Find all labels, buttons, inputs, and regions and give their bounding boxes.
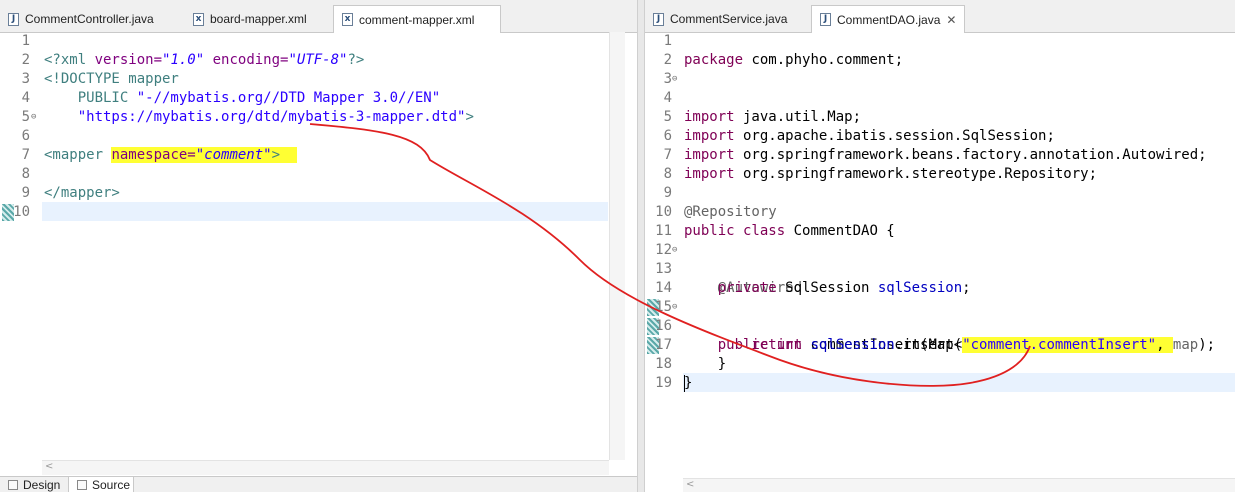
java-file-icon: J [653, 12, 664, 26]
line-number: 3 [21, 71, 30, 87]
text-cursor [684, 375, 685, 392]
tab-comment-service[interactable]: J CommentService.java [645, 6, 805, 32]
line-number: 7 [663, 147, 672, 163]
line-number: 8 [21, 166, 30, 182]
line-number: 7 [21, 147, 30, 163]
tab-label: Source [92, 477, 131, 492]
tab-source[interactable]: Source [68, 477, 134, 492]
line-number: 6 [663, 128, 672, 144]
line-number: 14 [655, 280, 672, 296]
java-file-icon: J [8, 12, 19, 26]
source-view-icon [77, 479, 87, 490]
line-number: 5 [21, 109, 30, 125]
line-number: 3 [663, 71, 672, 87]
line-number: 19 [655, 375, 672, 391]
tab-board-mapper[interactable]: x board-mapper.xml [185, 6, 325, 32]
java-source-editor[interactable]: 1 package com.phyho.comment; 2 3 ⊖ impor… [645, 32, 1235, 393]
line-number: 5 [663, 109, 672, 125]
fold-collapse-icon[interactable]: ⊖ [31, 108, 36, 127]
line-number: 10 [655, 204, 672, 220]
design-view-icon [8, 480, 18, 490]
java-file-icon: J [820, 13, 831, 26]
right-editor-pane: J CommentService.java J CommentDAO.java … [645, 0, 1235, 492]
line-number: 18 [655, 356, 672, 372]
fold-collapse-icon[interactable]: ⊖ [672, 298, 677, 317]
fold-collapse-icon[interactable]: ⊖ [672, 241, 677, 260]
tab-comment-dao[interactable]: J CommentDAO.java ✕ [811, 5, 965, 33]
tab-comment-mapper[interactable]: x comment-mapper.xml [333, 5, 501, 33]
line-number: 16 [655, 318, 672, 334]
right-horizontal-scrollbar[interactable]: < [683, 478, 1235, 492]
line-number: 4 [21, 90, 30, 106]
tab-design[interactable]: Design [0, 477, 68, 492]
scroll-left-arrow-icon[interactable]: < [45, 461, 53, 472]
tab-comment-controller[interactable]: J CommentController.java [0, 6, 170, 32]
line-number: 9 [663, 185, 672, 201]
tab-label: Design [23, 478, 61, 492]
xml-file-icon: x [342, 13, 353, 26]
left-tab-bar: J CommentController.java x board-mapper.… [0, 0, 637, 33]
line-number: 1 [21, 33, 30, 49]
line-number: 15 [655, 299, 672, 315]
tab-label: CommentService.java [670, 12, 788, 26]
tab-label: comment-mapper.xml [359, 12, 475, 27]
pane-splitter[interactable] [637, 0, 645, 492]
line-number: 11 [655, 223, 672, 239]
editor-mode-tabs: Design Source [0, 476, 637, 492]
line-number: 9 [21, 185, 30, 201]
xml-file-icon: x [193, 12, 204, 26]
line-number: 1 [663, 33, 672, 49]
left-editor-pane: J CommentController.java x board-mapper.… [0, 0, 637, 492]
left-vertical-scrollbar[interactable] [609, 32, 625, 460]
line-number: 10 [13, 204, 30, 220]
tab-label: board-mapper.xml [210, 12, 307, 26]
line-number: 2 [663, 52, 672, 68]
line-number: 4 [663, 90, 672, 106]
right-tab-bar: J CommentService.java J CommentDAO.java … [645, 0, 1235, 33]
fold-collapse-icon[interactable]: ⊖ [672, 70, 677, 89]
xml-source-editor[interactable]: 1 <?xml version="1.0" encoding="UTF-8"?>… [0, 32, 637, 222]
tab-label: CommentController.java [25, 12, 154, 26]
left-horizontal-scrollbar[interactable]: < [42, 460, 609, 475]
line-number: 17 [655, 337, 672, 353]
tab-label: CommentDAO.java [837, 12, 941, 27]
scroll-left-arrow-icon[interactable]: < [686, 479, 694, 490]
line-number: 2 [21, 52, 30, 68]
close-icon[interactable]: ✕ [946, 13, 956, 27]
line-number: 6 [21, 128, 30, 144]
line-number: 8 [663, 166, 672, 182]
line-number: 12 [655, 242, 672, 258]
line-number: 13 [655, 261, 672, 277]
